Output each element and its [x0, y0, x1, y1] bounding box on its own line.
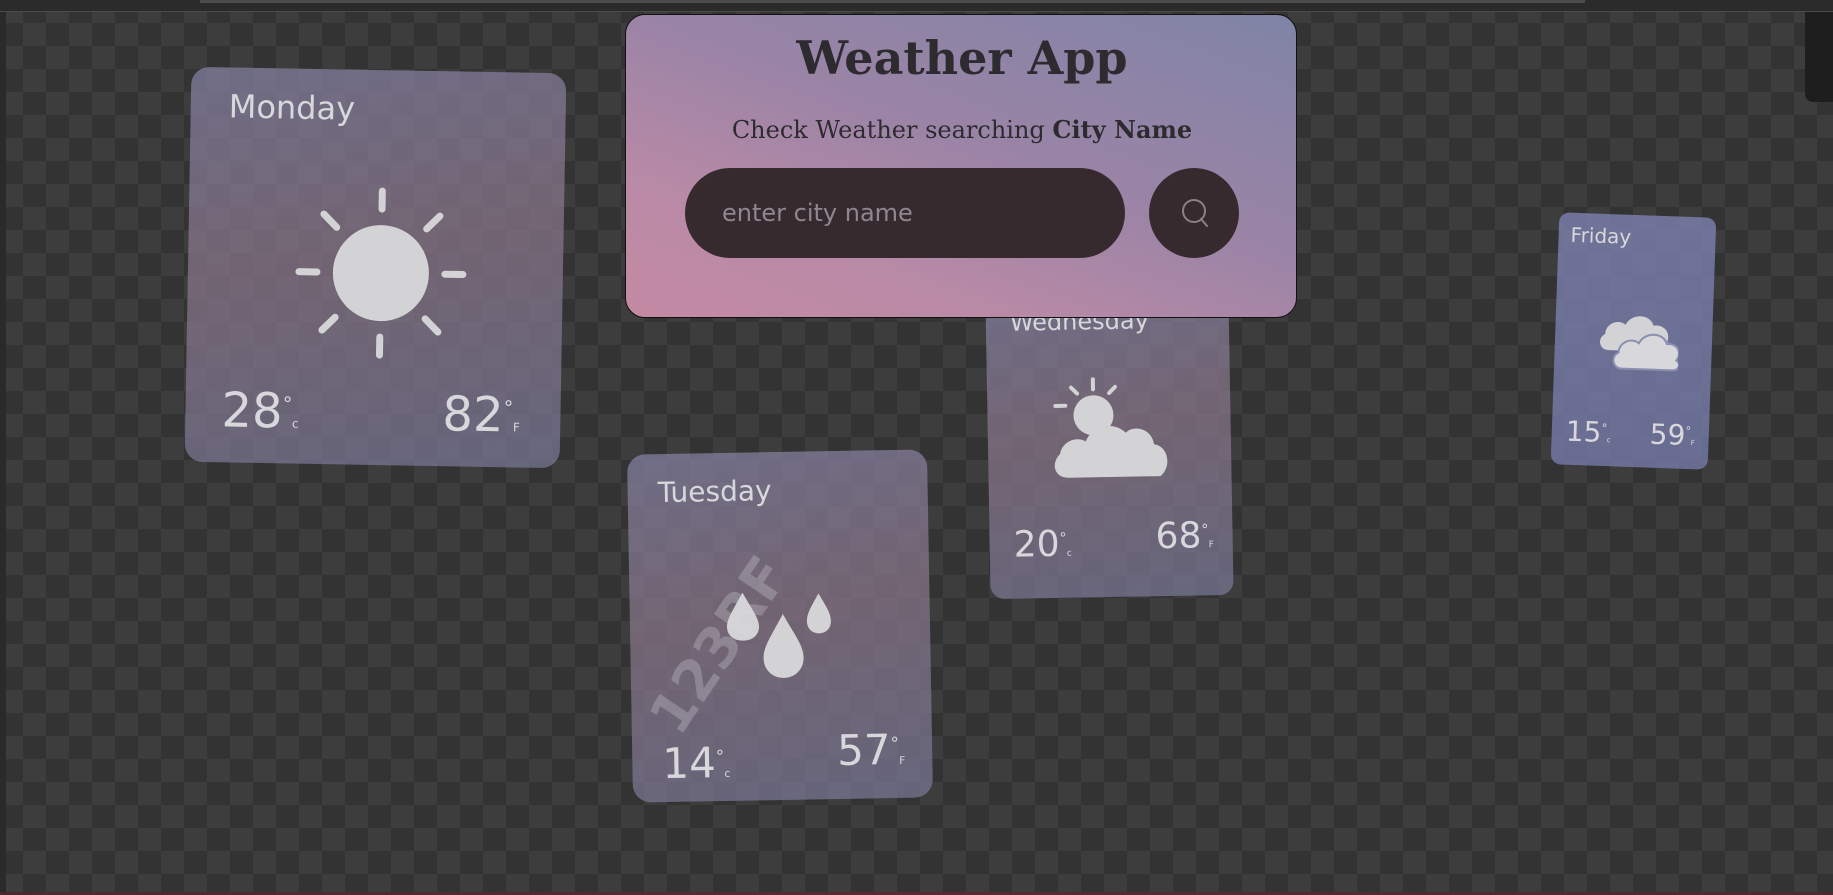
celsius-temp: 14°c: [662, 738, 730, 788]
degree-symbol: °: [1601, 421, 1608, 435]
cloud-icon: [1600, 316, 1681, 372]
celsius-value: 15: [1565, 414, 1603, 449]
fahrenheit-value: 57: [836, 725, 892, 776]
fahrenheit-temp: 68°F: [1155, 515, 1214, 557]
right-edge-tab: [1805, 12, 1833, 102]
app-title: Weather App: [796, 31, 1128, 85]
fahrenheit-value: 59: [1649, 417, 1686, 452]
monday-weather-card: Monday 28°c 82°F: [184, 66, 567, 469]
subtitle-prefix: Check Weather searching: [731, 116, 1053, 144]
degree-symbol: °: [715, 745, 725, 767]
celsius-temp: 28°c: [221, 382, 299, 439]
celsius-value: 14: [661, 738, 717, 789]
degree-symbol: °: [503, 396, 514, 420]
celsius-temp: 20°c: [1013, 524, 1072, 566]
fahrenheit-temp: 57°F: [837, 725, 906, 775]
wednesday-weather-card: Wednesday 20°c 68°F: [985, 292, 1234, 600]
celsius-value: 28: [220, 382, 284, 440]
card-day-label: Friday: [1570, 222, 1632, 249]
card-day-label: Tuesday: [657, 474, 772, 510]
search-button[interactable]: [1149, 168, 1239, 258]
weather-search-panel: Weather App Check Weather searching City…: [625, 14, 1297, 318]
degree-symbol: °: [1201, 522, 1209, 539]
fahrenheit-unit: F: [512, 420, 520, 435]
celsius-value: 20: [1013, 523, 1060, 566]
fahrenheit-temp: 59°F: [1649, 418, 1695, 453]
partly-cloudy-icon: [1053, 377, 1168, 478]
fahrenheit-unit: F: [899, 754, 906, 767]
degree-symbol: °: [1059, 530, 1067, 547]
search-icon: [1182, 199, 1208, 227]
degree-symbol: °: [1685, 424, 1692, 438]
fahrenheit-value: 82: [441, 386, 505, 444]
subtitle-bold: City Name: [1052, 115, 1193, 144]
celsius-unit: c: [1066, 548, 1072, 559]
celsius-temp: 15°c: [1565, 415, 1611, 450]
celsius-unit: c: [291, 416, 299, 431]
app-subtitle: Check Weather searching City Name: [626, 115, 1298, 144]
fahrenheit-temp: 82°F: [442, 386, 521, 443]
card-day-label: Monday: [228, 87, 356, 128]
fahrenheit-value: 68: [1155, 515, 1202, 558]
browser-top-bar: [0, 0, 1833, 12]
fahrenheit-unit: F: [1208, 540, 1215, 551]
celsius-unit: c: [1606, 436, 1611, 445]
friday-weather-card: Friday 15°c 59°F: [1550, 212, 1717, 470]
celsius-unit: c: [724, 767, 731, 780]
city-search-input[interactable]: [685, 168, 1125, 258]
top-bar-strip: [200, 0, 1585, 3]
degree-symbol: °: [282, 392, 293, 416]
degree-symbol: °: [890, 732, 900, 754]
left-edge: [0, 12, 6, 895]
fahrenheit-unit: F: [1690, 439, 1695, 448]
tuesday-weather-card: Tuesday 123RF 14°c 57°F: [626, 449, 934, 803]
sun-icon: [295, 187, 467, 359]
